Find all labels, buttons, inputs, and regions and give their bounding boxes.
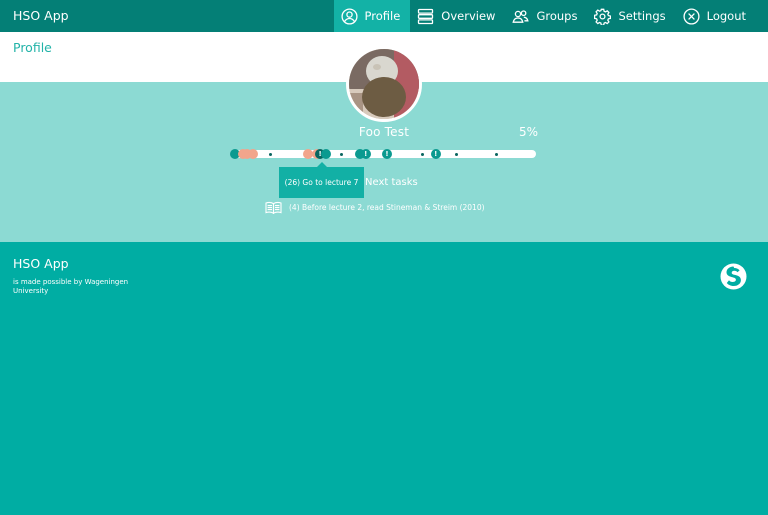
timeline-dot	[339, 153, 343, 156]
nav-label-overview: Overview	[441, 9, 496, 23]
page-title: Profile	[13, 40, 52, 55]
timeline-dot	[420, 153, 424, 156]
university-logo-icon[interactable]	[720, 263, 747, 290]
user-name: Foo Test	[358, 125, 410, 139]
nav-item-logout[interactable]: Logout	[676, 0, 768, 32]
users-icon	[512, 8, 530, 25]
nav-item-groups[interactable]: Groups	[505, 0, 587, 32]
book-icon	[265, 201, 282, 214]
progress-percentage: 5%	[519, 125, 539, 139]
next-tasks-heading: Next tasks	[365, 177, 418, 188]
nav-label-groups: Groups	[536, 9, 578, 23]
timeline-marker[interactable]: !	[382, 149, 393, 159]
app-title[interactable]: HSO App	[13, 0, 69, 32]
timeline-marker[interactable]: !	[360, 149, 371, 159]
task-item[interactable]: (4) Before lecture 2, read Stineman & St…	[265, 200, 485, 215]
timeline-dot	[268, 153, 272, 156]
gear-icon	[594, 8, 612, 25]
footer-title: HSO App	[13, 256, 69, 271]
timeline-tooltip: (26) Go to lecture 7	[279, 162, 364, 198]
nav-item-profile[interactable]: Profile	[333, 0, 411, 32]
avatar	[346, 46, 422, 122]
nav-item-overview[interactable]: Overview	[410, 0, 505, 32]
nav-label-logout: Logout	[706, 9, 746, 23]
nav-label-profile: Profile	[364, 9, 401, 23]
nav-item-settings[interactable]: Settings	[587, 0, 675, 32]
timeline-marker[interactable]: !	[430, 149, 441, 159]
top-navigation-bar: HSO App Profile Overview Groups Settings…	[0, 0, 768, 32]
timeline-dot	[494, 153, 498, 156]
nav-label-settings: Settings	[618, 9, 666, 23]
main-nav: Profile Overview Groups Settings Logout	[333, 0, 768, 32]
user-circle-icon	[340, 7, 358, 25]
task-text: (4) Before lecture 2, read Stineman & St…	[289, 203, 485, 212]
footer-credit: is made possible by Wageningen Universit…	[13, 278, 129, 295]
close-circle-icon	[683, 7, 700, 25]
list-icon	[417, 8, 434, 25]
